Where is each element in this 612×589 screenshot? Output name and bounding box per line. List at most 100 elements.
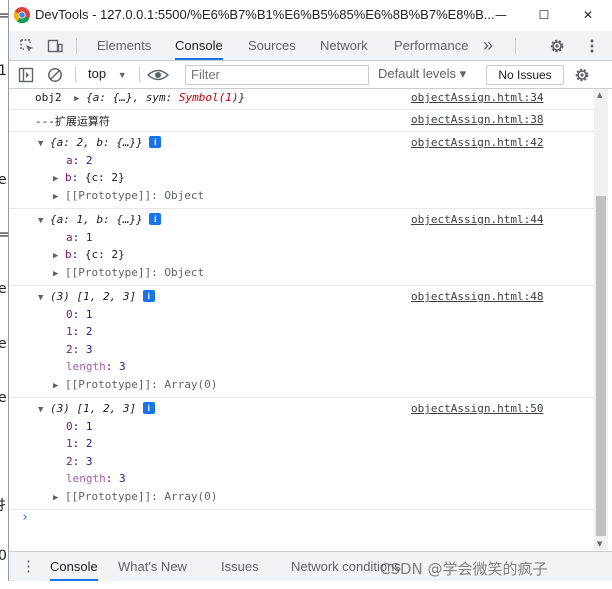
- array-item-row: 1: 2: [66, 437, 93, 450]
- source-link[interactable]: objectAssign.html:34: [411, 91, 543, 104]
- length-row: length: 3: [66, 360, 126, 373]
- drawer-tab-console[interactable]: Console: [50, 552, 98, 581]
- separator: [515, 38, 516, 54]
- property-row[interactable]: ▶ b: {c: 2}: [53, 248, 125, 261]
- prototype-row[interactable]: ▶ [[Prototype]]: Array(0): [53, 378, 217, 391]
- object-preview-end: }: [238, 91, 246, 104]
- window-title: DevTools - 127.0.0.1:5500/%E6%B7%B1%E6%B…: [35, 7, 495, 22]
- object-preview[interactable]: {a: {…}, sym:: [86, 91, 179, 104]
- issues-button[interactable]: No Issues: [486, 65, 564, 85]
- expand-triangle-icon[interactable]: ▶: [74, 94, 79, 104]
- clear-console-icon[interactable]: [47, 67, 63, 83]
- console-message: ▼ {a: 1, b: {…}} i objectAssign.html:44 …: [9, 209, 594, 286]
- more-options-kebab-icon[interactable]: [584, 38, 600, 54]
- prototype-row[interactable]: ▶ [[Prototype]]: Array(0): [53, 490, 217, 503]
- array-header[interactable]: (3) [1, 2, 3]: [50, 402, 136, 415]
- expand-triangle-icon: ▶: [53, 251, 59, 261]
- filter-input[interactable]: Filter: [185, 65, 369, 85]
- expand-triangle-icon: ▶: [53, 269, 59, 279]
- object-header[interactable]: {a: 1, b: {…}}: [50, 213, 143, 226]
- collapse-triangle-icon[interactable]: ▼: [38, 216, 43, 226]
- expand-triangle-icon: ▶: [53, 381, 59, 391]
- background-page-strip: = 1 e = e e e 扌 0: [0, 0, 12, 589]
- scroll-up-arrow-icon[interactable]: ▲: [597, 91, 602, 99]
- settings-gear-icon[interactable]: [549, 38, 565, 54]
- console-settings-gear-icon[interactable]: [574, 67, 590, 83]
- array-item-row: 0: 1: [66, 420, 93, 433]
- array-header[interactable]: (3) [1, 2, 3]: [50, 290, 136, 303]
- drawer-tab-issues[interactable]: Issues: [221, 552, 259, 581]
- devtools-tab-bar: Elements Console Sources Network Perform…: [9, 31, 612, 61]
- background-char: 0: [0, 548, 7, 564]
- more-tabs-chevron-icon[interactable]: »: [483, 31, 493, 60]
- background-char: 1: [0, 63, 7, 79]
- tab-sources[interactable]: Sources: [248, 31, 296, 60]
- watermark: CSDN @学会微笑的疯子: [380, 560, 548, 578]
- live-expression-eye-icon[interactable]: [147, 67, 169, 83]
- tab-console[interactable]: Console: [175, 31, 223, 60]
- info-icon[interactable]: i: [142, 290, 155, 302]
- log-text: ---扩展运算符: [35, 115, 110, 128]
- collapse-triangle-icon[interactable]: ▼: [38, 293, 43, 303]
- scroll-down-arrow-icon[interactable]: ▼: [597, 540, 602, 548]
- console-message: ▼ {a: 2, b: {…}} i objectAssign.html:42 …: [9, 132, 594, 209]
- object-header[interactable]: {a: 2, b: {…}}: [50, 136, 143, 149]
- title-bar: DevTools - 127.0.0.1:5500/%E6%B7%B1%E6%B…: [9, 0, 612, 31]
- background-char: e: [0, 281, 7, 297]
- prototype-row[interactable]: ▶ [[Prototype]]: Object: [53, 189, 204, 202]
- background-char: e: [0, 390, 7, 406]
- console-message: ---扩展运算符 objectAssign.html:38: [9, 110, 594, 132]
- info-icon[interactable]: i: [142, 402, 155, 414]
- context-label: top: [88, 66, 107, 81]
- dropdown-arrow-icon: ▼: [117, 70, 127, 80]
- source-link[interactable]: objectAssign.html:50: [411, 402, 543, 415]
- array-item-row: 0: 1: [66, 308, 93, 321]
- context-selector[interactable]: top ▼: [88, 66, 127, 81]
- scrollbar-thumb[interactable]: [596, 196, 606, 536]
- symbol-value: Symbol(1): [178, 91, 239, 104]
- minimize-button[interactable]: —: [479, 0, 523, 31]
- expand-triangle-icon: ▶: [53, 192, 59, 202]
- drawer-menu-icon[interactable]: ⋮: [21, 552, 36, 581]
- background-char: e: [0, 336, 7, 352]
- tab-elements[interactable]: Elements: [97, 31, 151, 60]
- expand-triangle-icon: ▶: [53, 493, 59, 503]
- console-prompt-icon[interactable]: ›: [21, 510, 29, 525]
- devtools-window: DevTools - 127.0.0.1:5500/%E6%B7%B1%E6%B…: [8, 0, 612, 581]
- chrome-icon: [14, 7, 30, 23]
- source-link[interactable]: objectAssign.html:38: [411, 113, 543, 126]
- array-item-row: 1: 2: [66, 325, 93, 338]
- log-label: obj2: [35, 91, 62, 104]
- info-icon[interactable]: i: [149, 213, 162, 225]
- console-scrollbar[interactable]: ▲ ▼: [594, 89, 608, 550]
- close-button[interactable]: ✕: [566, 0, 610, 31]
- inspect-element-icon[interactable]: [19, 38, 35, 54]
- array-item-row: 2: 3: [66, 343, 93, 356]
- property-row: a: 2: [66, 154, 93, 167]
- separator: [139, 67, 140, 83]
- length-row: length: 3: [66, 472, 126, 485]
- console-message: obj2 ▶ {a: {…}, sym: Symbol(1)} objectAs…: [9, 89, 594, 110]
- maximize-button[interactable]: ☐: [522, 0, 566, 31]
- source-link[interactable]: objectAssign.html:42: [411, 136, 543, 149]
- collapse-triangle-icon[interactable]: ▼: [38, 405, 43, 415]
- console-output: obj2 ▶ {a: {…}, sym: Symbol(1)} objectAs…: [9, 89, 594, 550]
- drawer-tab-whats-new[interactable]: What's New: [118, 552, 187, 581]
- property-row[interactable]: ▶ b: {c: 2}: [53, 171, 125, 184]
- collapse-triangle-icon[interactable]: ▼: [38, 139, 43, 149]
- separator: [76, 38, 77, 54]
- tab-performance[interactable]: Performance: [394, 31, 468, 60]
- separator: [75, 67, 76, 83]
- default-levels-dropdown[interactable]: Default levels ▾: [378, 66, 466, 82]
- show-sidebar-icon[interactable]: [18, 67, 34, 83]
- tab-network[interactable]: Network: [320, 31, 368, 60]
- background-char: e: [0, 172, 7, 188]
- expand-triangle-icon: ▶: [53, 174, 59, 184]
- source-link[interactable]: objectAssign.html:44: [411, 213, 543, 226]
- console-message: ▼ (3) [1, 2, 3] i objectAssign.html:48 0…: [9, 286, 594, 398]
- source-link[interactable]: objectAssign.html:48: [411, 290, 543, 303]
- device-toolbar-icon[interactable]: [47, 38, 63, 54]
- property-row: a: 1: [66, 231, 93, 244]
- info-icon[interactable]: i: [149, 136, 162, 148]
- prototype-row[interactable]: ▶ [[Prototype]]: Object: [53, 266, 204, 279]
